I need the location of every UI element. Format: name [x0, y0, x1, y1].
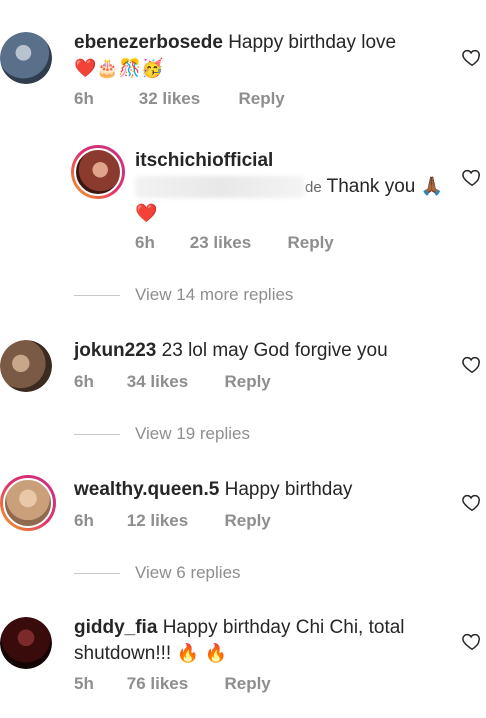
comment-body: Happy birthday love [228, 32, 397, 53]
comment-emoji-line2: ❤️ [135, 203, 158, 224]
reply-button[interactable]: Reply [224, 372, 270, 392]
username-link[interactable]: wealthy.queen.5 [74, 479, 219, 500]
username-link[interactable]: ebenezerbosede [74, 32, 223, 53]
comment-time: 6h [74, 372, 94, 391]
comment-emoji-inline: 🙏🏾 [420, 176, 444, 197]
reply-button[interactable]: Reply [224, 674, 270, 694]
comment-text: ebenezerbosede Happy birthday love ❤️🎂🎊🥳 [74, 30, 444, 82]
divider-line [74, 572, 120, 574]
comment-meta: 6h 32 likes Reply [74, 89, 285, 109]
view-more-replies-button[interactable]: View 14 more replies [74, 285, 293, 305]
comment-body: Thank you [326, 176, 416, 197]
comment-prefix: de [305, 179, 322, 196]
avatar[interactable] [0, 32, 52, 84]
avatar[interactable] [0, 340, 52, 392]
comment-time: 6h [74, 511, 94, 530]
username-link[interactable]: giddy_fia [74, 617, 157, 638]
heart-outline-icon[interactable] [461, 630, 483, 652]
likes-count[interactable]: 12 likes [127, 511, 220, 531]
heart-outline-icon[interactable] [461, 353, 483, 375]
comment-emojis: ❤️🎂🎊🥳 [74, 58, 164, 79]
comment-time: 6h [135, 233, 155, 252]
comment-time: 6h [74, 89, 94, 108]
divider-line [74, 294, 120, 296]
comment-time: 5h [74, 674, 94, 693]
reply-button[interactable]: Reply [238, 89, 284, 109]
comment-emojis: 🔥 🔥 [176, 643, 227, 664]
view-replies-label: View 19 replies [135, 424, 250, 443]
likes-count[interactable]: 34 likes [127, 372, 220, 392]
redacted-mention [135, 175, 305, 198]
comment-text: wealthy.queen.5 Happy birthday [74, 477, 454, 503]
view-replies-label: View 14 more replies [135, 285, 294, 304]
comment-text: itschichiofficial de Thank you 🙏🏾 ❤️ [135, 148, 455, 227]
view-more-replies-button[interactable]: View 19 replies [74, 424, 250, 444]
likes-count[interactable]: 76 likes [127, 674, 220, 694]
comment-meta: 6h 34 likes Reply [74, 372, 271, 392]
view-more-replies-button[interactable]: View 6 replies [74, 563, 241, 583]
comment-meta: 6h 23 likes Reply [135, 233, 334, 253]
comment-text: giddy_fia Happy birthday Chi Chi, total … [74, 615, 444, 667]
likes-count[interactable]: 23 likes [190, 233, 283, 253]
username-link[interactable]: jokun223 [74, 340, 156, 361]
avatar[interactable] [0, 475, 56, 531]
comment-body: Happy birthday [224, 479, 353, 500]
heart-outline-icon[interactable] [461, 166, 483, 188]
likes-count[interactable]: 32 likes [139, 89, 234, 109]
reply-button[interactable]: Reply [224, 511, 270, 531]
comment-text: jokun223 23 lol may God forgive you [74, 338, 454, 364]
view-replies-label: View 6 replies [135, 563, 241, 582]
username-link[interactable]: itschichiofficial [135, 150, 273, 171]
avatar[interactable] [0, 617, 52, 669]
reply-button[interactable]: Reply [287, 233, 333, 253]
comment-meta: 6h 12 likes Reply [74, 511, 271, 531]
comment-meta: 5h 76 likes Reply [74, 674, 271, 694]
divider-line [74, 433, 120, 435]
comment-body: 23 lol may God forgive you [161, 340, 388, 361]
heart-outline-icon[interactable] [461, 491, 483, 513]
heart-outline-icon[interactable] [461, 46, 483, 68]
avatar[interactable] [71, 145, 125, 199]
